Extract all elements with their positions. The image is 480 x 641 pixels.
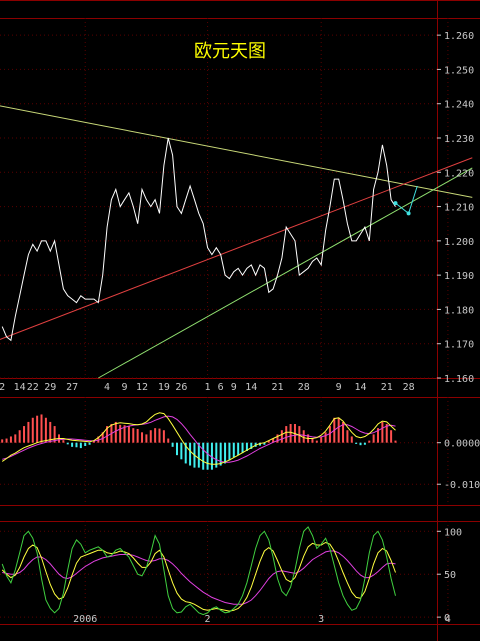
price-xtick-label-3: 29 bbox=[44, 382, 56, 393]
macd-ytick-label-0: 0.0000 bbox=[444, 439, 480, 450]
price-ytick-label-1: 1.250 bbox=[444, 65, 474, 76]
price-ytick-label-2: 1.240 bbox=[444, 100, 474, 111]
price-xtick-label-6: 9 bbox=[122, 382, 128, 393]
price-xtick-label-15: 28 bbox=[298, 382, 310, 393]
price-ytick-label-10: 1.160 bbox=[444, 374, 474, 385]
price-ytick-label-6: 1.200 bbox=[444, 237, 474, 248]
price-xtick-label-14: 21 bbox=[271, 382, 283, 393]
price-xtick-label-4: 27 bbox=[66, 382, 78, 393]
price-xtick-label-5: 4 bbox=[104, 382, 110, 393]
macd-ytick-label-1: -0.0100 bbox=[444, 480, 480, 491]
price-xtick-label-16: 9 bbox=[336, 382, 342, 393]
price-xtick-label-0: 2 bbox=[0, 382, 5, 393]
price-ytick-label-0: 1.260 bbox=[444, 31, 474, 42]
kdj-ytick-label-1: 50 bbox=[444, 570, 456, 581]
price-marker-2 bbox=[406, 211, 411, 216]
price-ytick-label-5: 1.210 bbox=[444, 203, 474, 214]
kdj-xtick-label-2: 3 bbox=[318, 614, 324, 625]
price-ytick-label-9: 1.170 bbox=[444, 340, 474, 351]
price-ytick-label-4: 1.220 bbox=[444, 168, 474, 179]
chart-title: 欧元天图 bbox=[194, 41, 266, 62]
kdj-ytick-label-0: 100 bbox=[444, 527, 462, 538]
price-ytick-label-8: 1.180 bbox=[444, 305, 474, 316]
kdj-xtick-label-0: 2006 bbox=[73, 614, 97, 625]
price-xtick-label-7: 12 bbox=[136, 382, 148, 393]
kdj-xtick-label-3: 4 bbox=[445, 614, 451, 625]
kdj-xtick-label-1: 2 bbox=[205, 614, 211, 625]
forex-chart: 1.260 1.250 1.240 1.230 1.220 1.210 1.200 1.190… bbox=[0, 0, 480, 641]
price-marker-1 bbox=[393, 201, 398, 206]
price-xtick-label-1: 14 bbox=[14, 382, 26, 393]
price-xtick-label-18: 21 bbox=[381, 382, 393, 393]
price-ytick-label-3: 1.230 bbox=[444, 134, 474, 145]
price-xtick-label-11: 6 bbox=[218, 382, 224, 393]
price-xtick-label-10: 1 bbox=[205, 382, 211, 393]
chart-background bbox=[0, 0, 480, 641]
price-xtick-label-19: 28 bbox=[403, 382, 415, 393]
price-xtick-label-9: 26 bbox=[175, 382, 187, 393]
price-xtick-label-12: 9 bbox=[231, 382, 237, 393]
price-xtick-label-17: 14 bbox=[355, 382, 367, 393]
price-ytick-label-7: 1.190 bbox=[444, 271, 474, 282]
price-xtick-label-13: 14 bbox=[245, 382, 257, 393]
price-xtick-label-2: 22 bbox=[27, 382, 39, 393]
price-xtick-label-8: 19 bbox=[158, 382, 170, 393]
